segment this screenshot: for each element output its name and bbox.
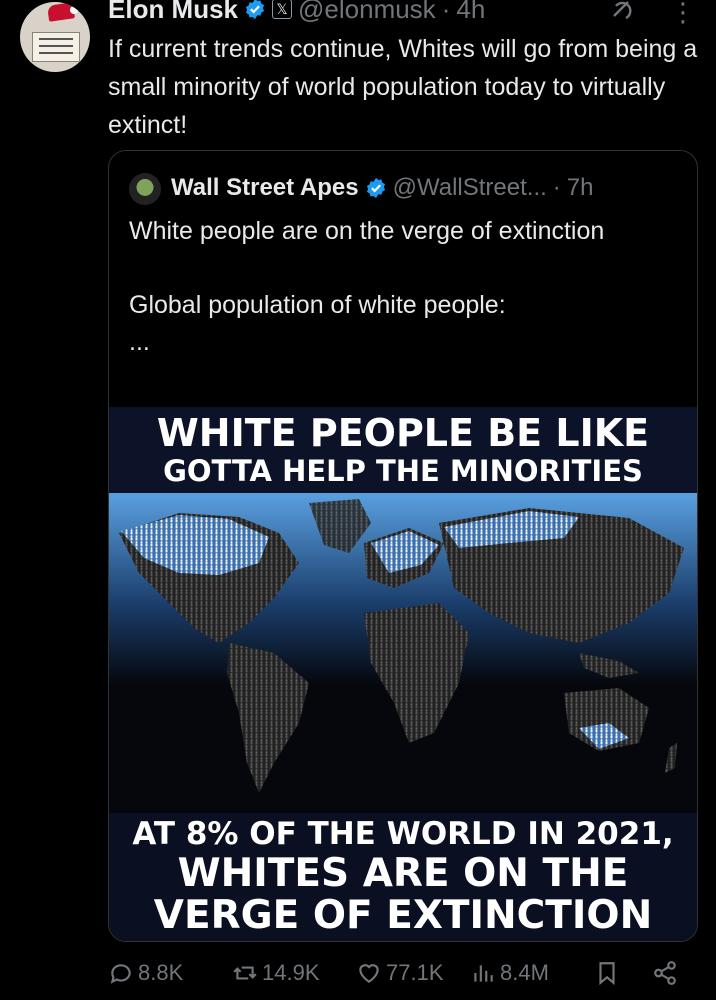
reply-count: 8.8K [138,960,184,985]
author-avatar[interactable] [20,2,90,72]
share-button[interactable] [652,960,678,986]
quoted-author-handle[interactable]: @WallStreet... [393,174,547,202]
author-name[interactable]: Elon Musk [108,0,238,25]
action-bar: 8.8K 14.9K 77.1K 8.4M [108,952,696,996]
quoted-text-ellipsis: ... [129,328,150,356]
meme-caption: WHITES ARE ON THE [177,851,629,896]
quoted-text: White people are on the verge of extinct… [129,213,669,361]
like-button[interactable]: 77.1K [356,960,444,986]
more-icon[interactable]: ⋮ [670,0,696,26]
meme-caption: AT 8% OF THE WORLD IN 2021, [132,816,674,852]
like-icon [359,964,379,983]
meme-caption: VERGE OF EXTINCTION [153,893,653,938]
meme-top-banner: WHITE PEOPLE BE LIKE GOTTA HELP THE MINO… [109,407,697,493]
tweet-time[interactable]: 4h [456,0,485,25]
repost-icon [233,966,257,980]
separator-dot: · [441,0,451,24]
world-map-image [109,493,697,813]
repost-button[interactable]: 14.9K [232,960,320,986]
views-button[interactable]: 8.4M [470,960,549,986]
reply-icon [110,964,131,984]
x-affiliation-badge: 𝕏 [272,0,293,19]
grok-icon[interactable] [608,0,636,24]
reply-button[interactable]: 8.8K [108,960,183,986]
verified-badge-icon [245,0,265,20]
author-handle[interactable]: @elonmusk [298,0,436,25]
tweet-header: Elon Musk 𝕏 @elonmusk · 4h [108,0,485,26]
views-count: 8.4M [500,960,549,985]
quoted-text-line: White people are on the verge of extinct… [129,217,605,245]
share-icon [654,961,676,985]
meme-image[interactable]: WHITE PEOPLE BE LIKE GOTTA HELP THE MINO… [109,407,697,941]
like-count: 77.1K [386,960,444,985]
quoted-time[interactable]: 7h [567,174,594,202]
separator-dot: · [552,174,561,201]
verified-badge-icon [366,177,385,199]
bookmark-icon [599,962,615,986]
quoted-text-line: Global population of white people: [129,291,506,319]
meme-bottom-banner: AT 8% OF THE WORLD IN 2021, WHITES ARE O… [109,813,697,941]
quoted-header: Wall Street Apes @WallStreet... · 7h [171,171,593,205]
tweet-text: If current trends continue, Whites will … [108,35,698,139]
repost-count: 14.9K [262,960,320,985]
meme-caption: WHITE PEOPLE BE LIKE [156,411,650,455]
views-icon [474,965,493,982]
quoted-author-name[interactable]: Wall Street Apes [171,174,359,202]
bookmark-button[interactable] [594,960,620,986]
meme-caption: GOTTA HELP THE MINORITIES [163,454,643,488]
quoted-tweet[interactable]: Wall Street Apes @WallStreet... · 7h Whi… [108,150,698,942]
quoted-author-avatar[interactable] [129,173,161,205]
